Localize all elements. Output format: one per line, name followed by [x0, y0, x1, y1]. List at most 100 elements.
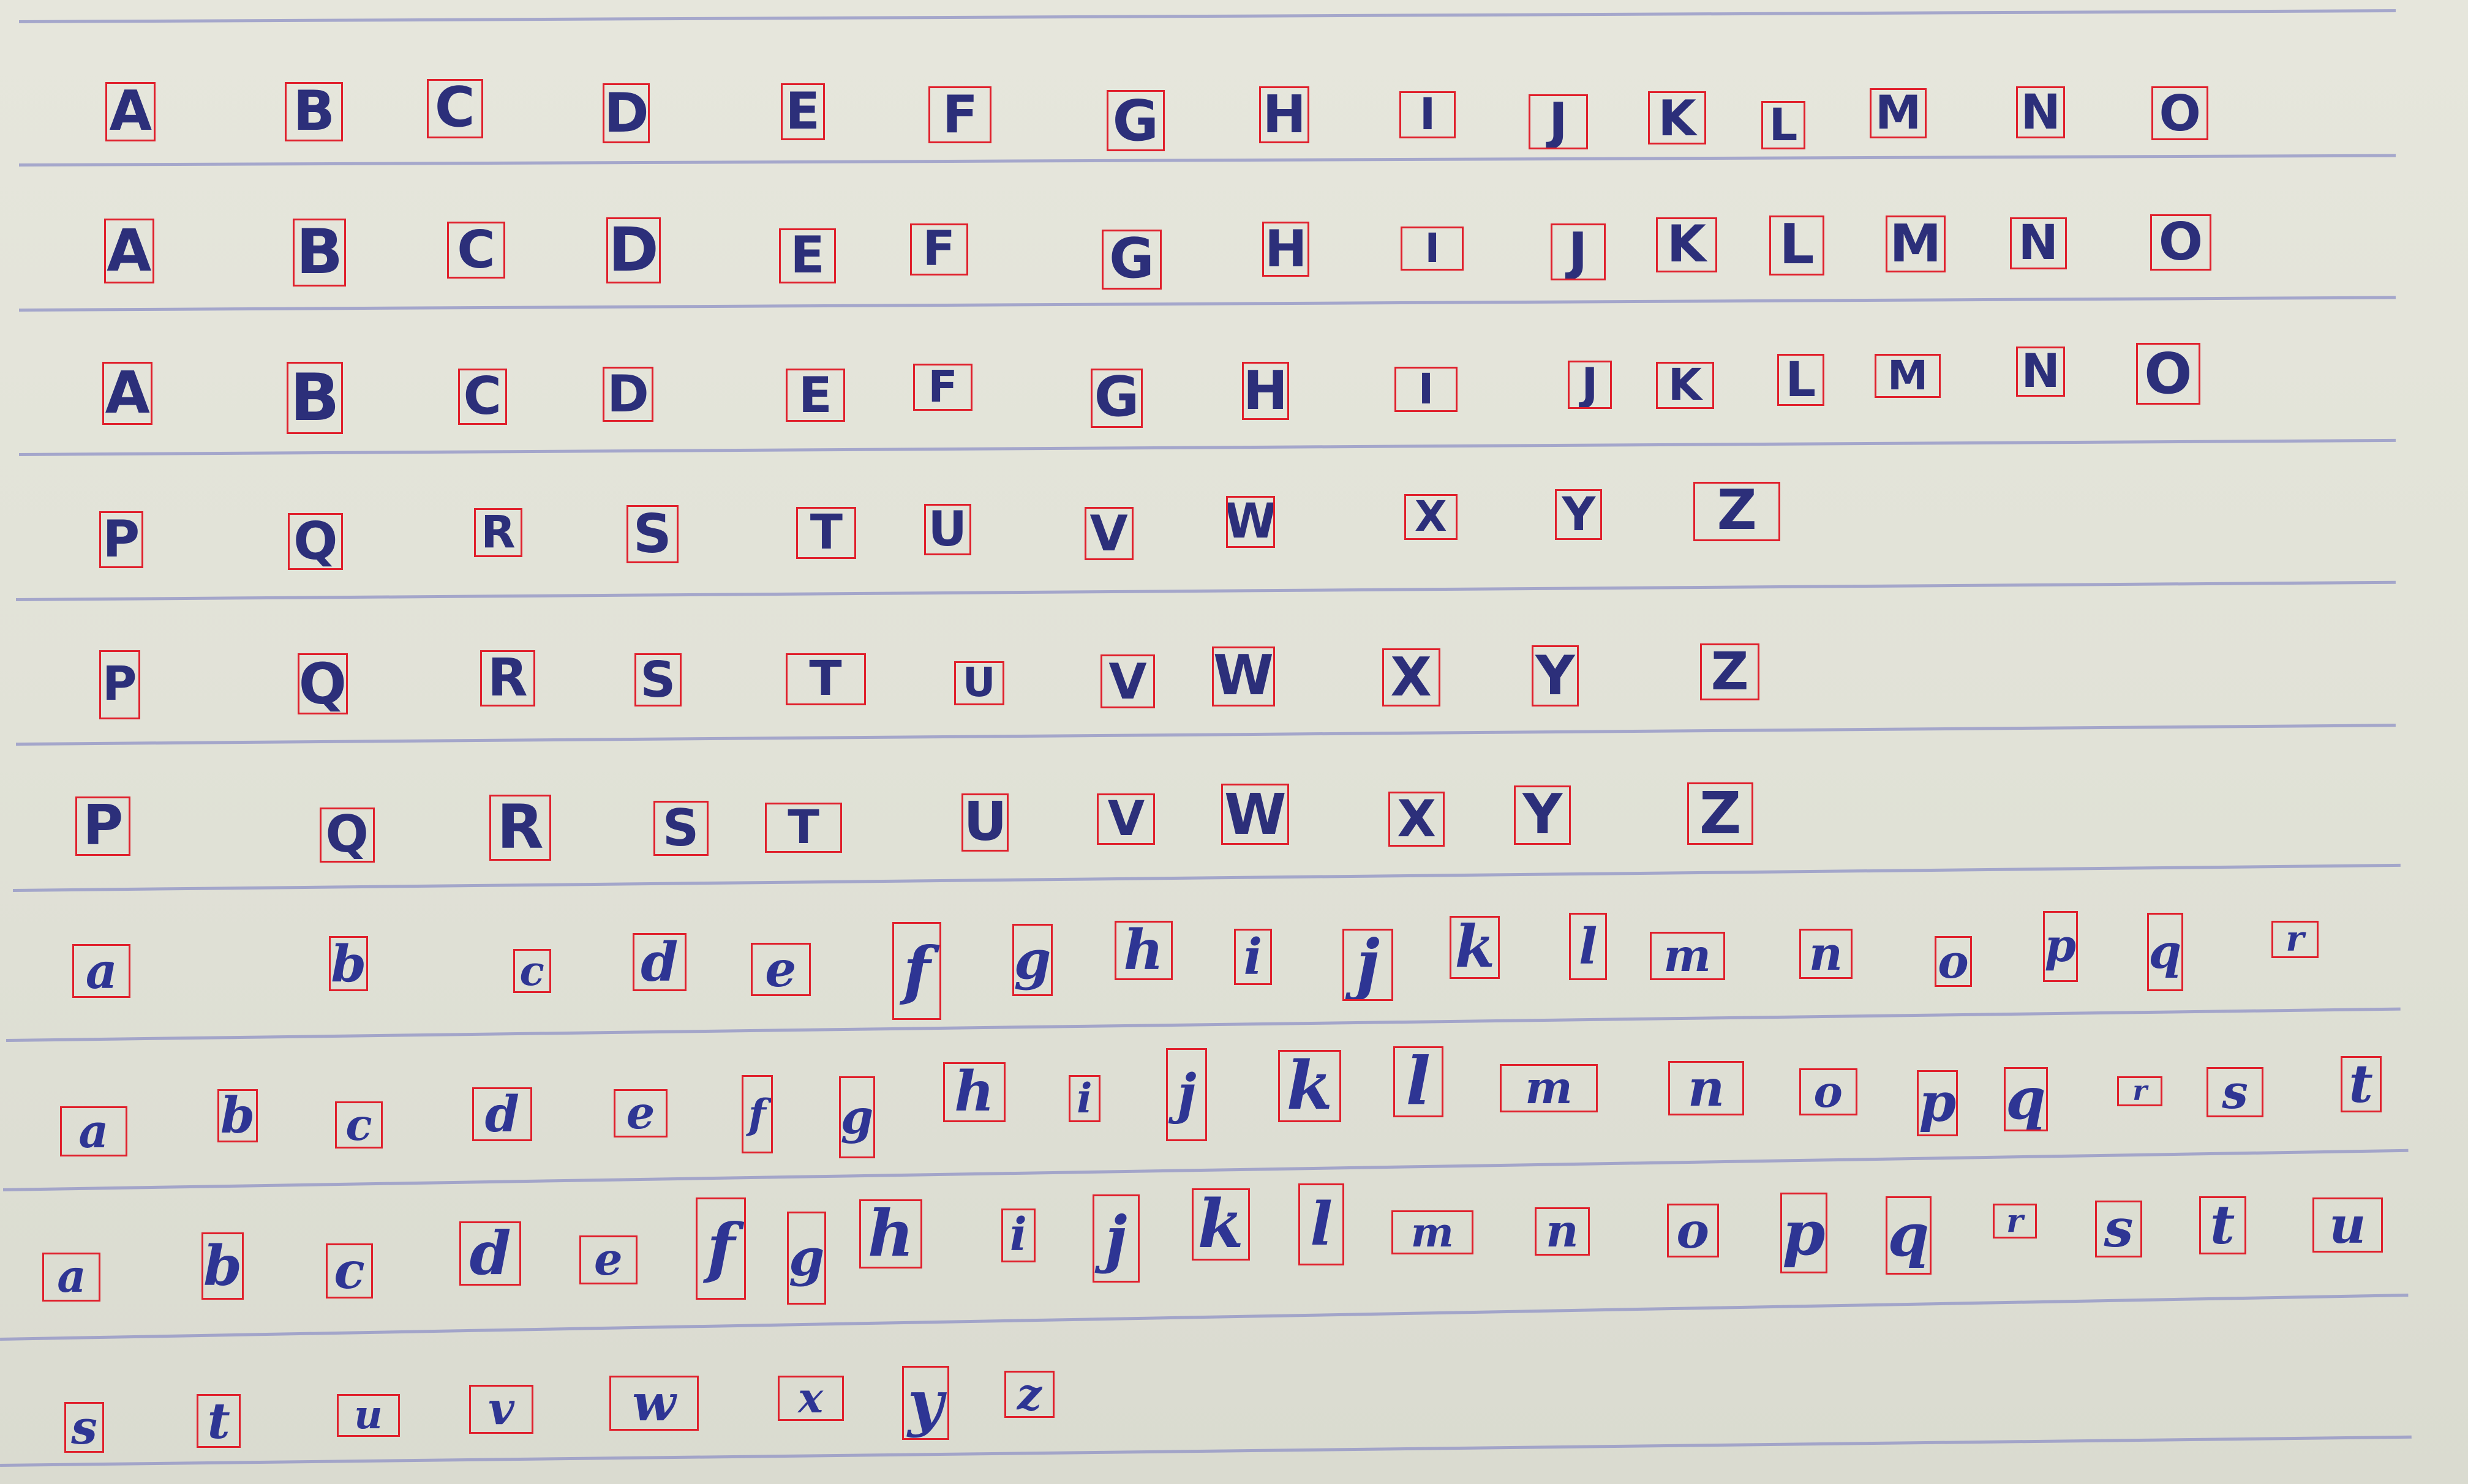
letter-bounding-box: m [1500, 1063, 1598, 1113]
letter-bounding-box: W [1212, 646, 1275, 707]
letter-bounding-box: N [2010, 217, 2067, 269]
letter-bounding-box: C [446, 222, 506, 279]
letter-bounding-box: K [1647, 91, 1707, 145]
handwritten-letter: i [1243, 928, 1263, 986]
handwritten-letter: r [2132, 1076, 2147, 1107]
handwritten-letter: F [922, 223, 955, 275]
handwritten-letter: R [481, 508, 516, 557]
handwritten-letter: G [1112, 89, 1159, 151]
letter-bounding-box: O [2151, 86, 2208, 140]
handwritten-letter: u [2329, 1197, 2366, 1253]
handwritten-letter: X [1414, 494, 1447, 540]
handwritten-letter: S [640, 653, 676, 707]
handwritten-letter: A [107, 219, 152, 283]
letter-bounding-box: d [459, 1221, 521, 1286]
letter-bounding-box: W [1221, 784, 1289, 845]
letter-bounding-box: r [1992, 1204, 2037, 1239]
letter-bounding-box: w [609, 1375, 699, 1431]
rule-line [3, 1149, 2409, 1191]
handwritten-letter: P [83, 796, 124, 856]
letter-bounding-box: M [1870, 88, 1927, 139]
letter-bounding-box: O [2150, 214, 2212, 271]
letter-bounding-box: Z [1693, 481, 1780, 542]
letter-bounding-box: C [426, 78, 484, 139]
handwritten-letter: Z [1699, 782, 1742, 845]
handwritten-letter: K [1666, 217, 1706, 272]
handwritten-letter: s [2222, 1066, 2248, 1118]
handwritten-letter: f [748, 1089, 766, 1138]
handwritten-letter: l [1310, 1189, 1333, 1259]
letter-bounding-box: l [1569, 912, 1608, 981]
handwritten-letter: J [1549, 94, 1568, 150]
handwritten-letter: F [942, 86, 978, 143]
handwritten-letter: m [1663, 931, 1711, 981]
handwritten-letter: X [1390, 648, 1432, 707]
handwritten-letter: E [790, 228, 825, 283]
letter-bounding-box: t [2340, 1055, 2382, 1113]
handwritten-letter: M [1875, 88, 1922, 139]
handwritten-letter: M [1889, 215, 1942, 272]
letter-bounding-box: D [603, 83, 650, 143]
handwritten-letter: V [1107, 793, 1145, 845]
letter-bounding-box: E [780, 83, 825, 140]
handwritten-letter: H [1262, 86, 1306, 143]
handwritten-letter: A [105, 362, 150, 425]
handwritten-letter: w [632, 1375, 676, 1431]
letter-bounding-box: b [329, 936, 369, 992]
letter-bounding-box: I [1399, 91, 1456, 139]
letter-bounding-box: y [901, 1366, 949, 1441]
letter-bounding-box: L [1769, 215, 1824, 275]
letter-bounding-box: b [201, 1232, 244, 1300]
letter-bounding-box: i [1069, 1074, 1100, 1122]
handwritten-letter: O [2159, 86, 2201, 140]
letter-bounding-box: Q [319, 807, 375, 863]
handwritten-letter: a [78, 1106, 109, 1157]
handwritten-letter: o [1676, 1204, 1709, 1257]
handwritten-letter: d [484, 1087, 519, 1141]
handwritten-letter: t [2210, 1196, 2235, 1254]
letter-bounding-box: S [626, 505, 679, 564]
handwritten-letter: R [487, 650, 528, 707]
handwritten-letter: M [1887, 354, 1928, 399]
letter-bounding-box: E [779, 228, 836, 283]
handwritten-letter: q [2006, 1066, 2046, 1132]
letter-bounding-box: b [217, 1089, 258, 1143]
letter-bounding-box: j [1166, 1047, 1208, 1141]
letter-bounding-box: D [606, 217, 661, 283]
handwritten-letter: K [1668, 362, 1702, 410]
letter-bounding-box: f [696, 1197, 747, 1300]
handwritten-letter: L [1769, 100, 1798, 150]
letter-bounding-box: T [796, 506, 857, 559]
letter-bounding-box: i [1234, 928, 1272, 986]
handwritten-letter: p [1782, 1196, 1826, 1269]
handwritten-letter: N [2021, 346, 2060, 397]
letter-bounding-box: f [741, 1074, 773, 1154]
rule-line [12, 864, 2401, 893]
handwritten-letter: O [2158, 214, 2203, 271]
handwritten-letter: b [220, 1089, 255, 1143]
handwritten-letter: h [867, 1199, 914, 1269]
handwritten-letter: V [1089, 506, 1128, 561]
rule-line [18, 296, 2396, 312]
handwritten-letter: k [1286, 1049, 1333, 1122]
letter-bounding-box: N [2016, 86, 2066, 139]
letter-bounding-box: o [1666, 1204, 1719, 1257]
handwritten-letter: C [434, 78, 475, 139]
notebook-page: A B C D E F G H I J K L M N O A B C D E F G H I J K L M N O A B C D E F G H I J… [0, 0, 2468, 1484]
letter-bounding-box: J [1550, 223, 1606, 280]
letter-bounding-box: H [1241, 362, 1289, 421]
handwritten-letter: U [928, 503, 967, 556]
letter-bounding-box: B [293, 219, 347, 287]
letter-bounding-box: L [1777, 354, 1824, 407]
letter-bounding-box: Y [1531, 645, 1579, 707]
letter-bounding-box: c [326, 1243, 374, 1298]
handwritten-letter: D [604, 83, 649, 143]
handwritten-letter: z [1017, 1370, 1042, 1418]
handwritten-letter: c [345, 1101, 372, 1149]
handwritten-letter: t [2349, 1055, 2373, 1113]
letter-bounding-box: S [653, 801, 709, 856]
rule-line [15, 580, 2396, 601]
letter-bounding-box: p [1780, 1193, 1827, 1273]
letter-bounding-box: d [633, 933, 687, 992]
handwritten-letter: e [594, 1235, 623, 1284]
